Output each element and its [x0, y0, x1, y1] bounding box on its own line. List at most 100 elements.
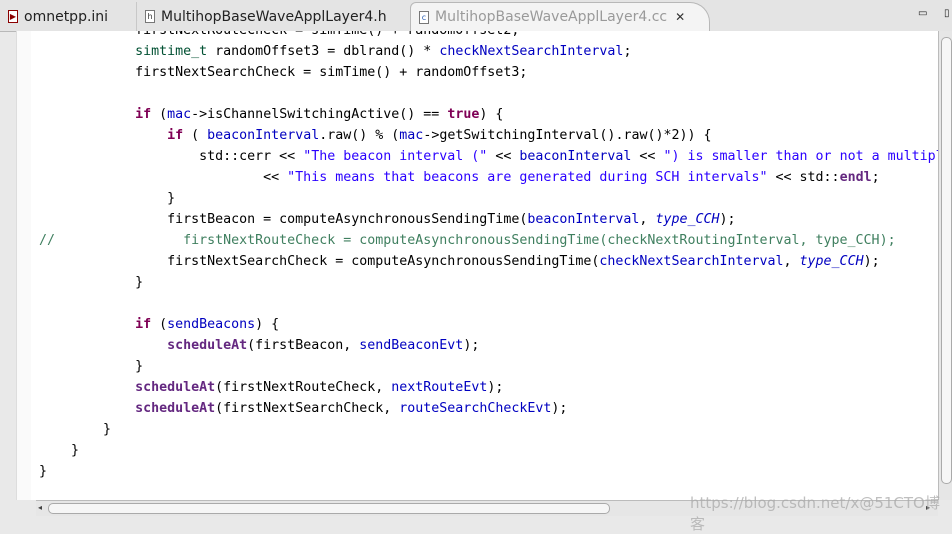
code-token: if — [135, 107, 152, 122]
code-token: scheduleAt — [167, 338, 248, 353]
code-line: std::cerr << "The beacon interval (" << … — [39, 146, 939, 167]
code-line: if ( beaconInterval.raw() % (mac->getSwi… — [39, 125, 939, 146]
code-token: } — [39, 191, 176, 206]
code-line: // firstNextRouteCheck = computeAsynchro… — [39, 230, 939, 251]
code-line: scheduleAt(firstNextRouteCheck, nextRout… — [39, 377, 939, 398]
code-token: } — [39, 443, 80, 458]
code-token: ); — [551, 401, 568, 416]
code-line: } — [39, 188, 939, 209]
code-token: mac — [167, 107, 192, 122]
code-token: if — [167, 128, 184, 143]
maximize-icon[interactable]: ▯ — [944, 8, 950, 19]
code-token: } — [39, 464, 48, 479]
code-token: ) { — [479, 107, 504, 122]
code-area[interactable]: firstNextRouteCheck = simTime() + random… — [39, 31, 939, 482]
tab-omnetpp-ini[interactable]: ▶ omnetpp.ini — [0, 2, 136, 31]
code-token: << std:: — [767, 170, 840, 185]
code-token: beaconInterval — [527, 212, 640, 227]
code-token: ->getSwitchingInterval().raw()*2)) { — [423, 128, 712, 143]
code-token: ->isChannelSwitchingActive() == — [191, 107, 448, 122]
vertical-scrollbar[interactable] — [938, 31, 952, 500]
code-token: << — [487, 149, 520, 164]
code-token: firstNextSearchCheck = simTime() + rando… — [39, 65, 528, 80]
code-token: "The beacon interval (" — [303, 149, 488, 164]
cpp-file-icon: c — [419, 10, 429, 24]
ini-file-icon: ▶ — [8, 10, 18, 23]
tab-cc-file[interactable]: c MultihopBaseWaveApplLayer4.cc ✕ — [410, 2, 710, 31]
code-token: // firstNextRouteCheck = computeAsynchro… — [39, 233, 896, 248]
code-token: true — [447, 107, 480, 122]
code-token: beaconInterval — [519, 149, 632, 164]
code-line: firstNextRouteCheck = simTime() + random… — [39, 31, 939, 41]
code-token: scheduleAt — [135, 380, 216, 395]
header-file-icon: h — [145, 10, 155, 23]
code-token: mac — [399, 128, 424, 143]
minimize-icon[interactable]: ▭ — [918, 8, 927, 19]
code-token: ") is smaller than or not a multiple of … — [663, 149, 939, 164]
code-token: routeSearchCheckEvt — [399, 401, 552, 416]
code-token: ( — [151, 107, 168, 122]
code-line: scheduleAt(firstBeacon, sendBeaconEvt); — [39, 335, 939, 356]
code-line: if (mac->isChannelSwitchingActive() == t… — [39, 104, 939, 125]
code-token: << — [39, 170, 288, 185]
code-token: type_CCH — [799, 254, 864, 269]
code-token: ); — [463, 338, 480, 353]
code-token: checkNextSearchInterval — [439, 44, 624, 59]
code-token: if — [135, 317, 152, 332]
code-token: ; — [623, 44, 632, 59]
code-line: firstNextSearchCheck = simTime() + rando… — [39, 62, 939, 83]
tab-label: omnetpp.ini — [24, 8, 109, 25]
code-token: ); — [487, 380, 504, 395]
code-line: << "This means that beacons are generate… — [39, 167, 939, 188]
code-line: firstNextSearchCheck = computeAsynchrono… — [39, 251, 939, 272]
tab-header-file[interactable]: h MultihopBaseWaveApplLayer4.h — [136, 2, 410, 31]
scroll-left-icon[interactable]: ◂ — [38, 503, 42, 512]
watermark: https://blog.csdn.net/x@51CTO博客 — [690, 494, 940, 533]
horizontal-scroll-thumb[interactable] — [48, 503, 610, 514]
code-token: checkNextSearchInterval — [599, 254, 784, 269]
tab-label: MultihopBaseWaveApplLayer4.cc — [435, 9, 668, 25]
code-token: ) { — [255, 317, 280, 332]
code-token: ; — [871, 170, 880, 185]
code-token: randomOffset3 = dblrand() * — [207, 44, 440, 59]
code-token: std::cerr << — [39, 149, 304, 164]
code-line: } — [39, 440, 939, 461]
code-token: } — [39, 359, 144, 374]
code-line: scheduleAt(firstNextSearchCheck, routeSe… — [39, 398, 939, 419]
code-editor[interactable]: firstNextRouteCheck = simTime() + random… — [16, 31, 939, 500]
code-token: "This means that beacons are generated d… — [287, 170, 768, 185]
code-token: beaconInterval — [207, 128, 320, 143]
code-token: type_CCH — [655, 212, 720, 227]
code-token: , — [639, 212, 656, 227]
code-token: , — [783, 254, 800, 269]
editor-tab-bar: ▶ omnetpp.ini h MultihopBaseWaveApplLaye… — [0, 0, 952, 32]
code-line: simtime_t randomOffset3 = dblrand() * ch… — [39, 41, 939, 62]
code-line: if (sendBeacons) { — [39, 314, 939, 335]
code-token: ); — [863, 254, 880, 269]
code-token: sendBeaconEvt — [359, 338, 464, 353]
editor-gutter — [17, 31, 31, 500]
code-line: } — [39, 356, 939, 377]
code-token: (firstNextRouteCheck, — [215, 380, 392, 395]
code-token: } — [39, 422, 112, 437]
code-token: (firstBeacon, — [247, 338, 360, 353]
code-token: nextRouteEvt — [391, 380, 488, 395]
close-tab-icon[interactable]: ✕ — [675, 10, 685, 24]
code-token: ); — [719, 212, 736, 227]
code-token: ( — [183, 128, 208, 143]
code-token: (firstNextSearchCheck, — [215, 401, 400, 416]
code-token: firstNextSearchCheck = computeAsynchrono… — [39, 254, 600, 269]
code-token: firstBeacon = computeAsynchronousSending… — [39, 212, 528, 227]
vertical-scroll-thumb[interactable] — [941, 37, 952, 484]
code-token: << — [631, 149, 664, 164]
code-token: ( — [151, 317, 168, 332]
